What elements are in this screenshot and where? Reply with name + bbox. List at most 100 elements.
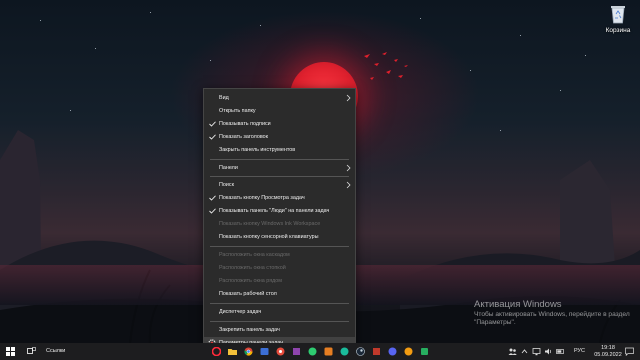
menu-item-view[interactable]: Вид — [204, 92, 355, 104]
menu-item-show-desktop[interactable]: Показать рабочий стол — [204, 288, 355, 300]
menu-item-label: Расположить окна стопкой — [219, 265, 286, 271]
star — [560, 90, 561, 91]
taskbar-app[interactable] — [322, 343, 336, 360]
menu-item-label: Показывать панель "Люди" на панели задач — [219, 208, 330, 214]
tray-network[interactable] — [532, 343, 542, 360]
taskbar-app[interactable] — [386, 343, 400, 360]
menu-item-label: Открыть папку — [219, 108, 256, 114]
taskbar-app[interactable] — [338, 343, 352, 360]
recycle-bin[interactable]: Корзина — [600, 3, 636, 39]
menu-item-open-folder[interactable]: Открыть папку — [204, 105, 355, 117]
taskbar-app[interactable] — [354, 343, 368, 360]
menu-item-close-toolbar[interactable]: Закрыть панель инструментов — [204, 144, 355, 156]
clock[interactable]: 19:18 05.09.2022 — [594, 345, 622, 359]
app-icon — [324, 347, 333, 356]
network-icon — [532, 348, 541, 356]
menu-item-label: Расположить окна каскадом — [219, 252, 290, 258]
tray-battery[interactable] — [556, 343, 566, 360]
taskbar-app[interactable] — [242, 343, 256, 360]
checkmark-icon — [209, 208, 216, 214]
game-icon — [260, 348, 269, 355]
taskbar-app[interactable] — [370, 343, 384, 360]
menu-item-side-by-side: Расположить окна рядом — [204, 275, 355, 287]
app-icon — [276, 347, 285, 356]
taskbar-app[interactable] — [290, 343, 304, 360]
menu-item-label: Закрыть панель инструментов — [219, 147, 296, 153]
app-icon — [388, 347, 397, 356]
app-icon — [404, 347, 413, 356]
task-view-button[interactable] — [24, 343, 40, 360]
checkmark-icon — [209, 195, 216, 201]
clock-date: 05.09.2022 — [594, 352, 622, 358]
links-label: Ссылки — [46, 348, 66, 354]
menu-item-touch-keyboard[interactable]: Показать кнопку сенсорной клавиатуры — [204, 231, 355, 243]
star — [585, 55, 586, 56]
star — [210, 60, 211, 61]
tray-chevron[interactable] — [520, 343, 530, 360]
task-view-icon — [27, 347, 36, 354]
steam-icon — [356, 347, 365, 356]
menu-item-show-title[interactable]: Показать заголовок — [204, 131, 355, 143]
menu-item-label: Показать кнопку сенсорной клавиатуры — [219, 234, 319, 240]
watermark-title: Активация Windows — [474, 299, 562, 310]
star — [420, 18, 421, 19]
taskbar-app[interactable] — [274, 343, 288, 360]
birds-decoration — [364, 52, 408, 80]
menu-separator — [210, 321, 349, 322]
menu-item-label: Поиск — [219, 182, 234, 188]
opera-icon — [212, 347, 221, 356]
menu-item-label: Показать рабочий стол — [219, 291, 277, 297]
tray-volume[interactable] — [544, 343, 554, 360]
volume-icon — [545, 348, 551, 355]
taskbar-app[interactable] — [210, 343, 224, 360]
menu-item-lock-taskbar[interactable]: Закрепить панель задач — [204, 324, 355, 336]
windows-start-icon — [6, 347, 15, 356]
taskbar-app[interactable] — [306, 343, 320, 360]
menu-item-people-button[interactable]: Показывать панель "Люди" на панели задач — [204, 205, 355, 217]
taskbar-app[interactable] — [258, 343, 272, 360]
menu-item-label: Диспетчер задач — [219, 309, 262, 315]
menu-separator — [210, 159, 349, 160]
menu-item-stack: Расположить окна стопкой — [204, 262, 355, 274]
menu-item-label: Показать заголовок — [219, 134, 268, 140]
people-button[interactable] — [508, 343, 518, 360]
star — [520, 35, 521, 36]
folder-icon — [228, 349, 237, 355]
menu-item-toolbars[interactable]: Панели — [204, 162, 355, 174]
chrome-icon — [244, 347, 253, 356]
menu-item-label: Показывать подписи — [219, 121, 271, 127]
language-indicator[interactable]: РУС — [572, 343, 590, 360]
menu-item-search[interactable]: Поиск — [204, 179, 355, 191]
chevron-right-icon — [346, 181, 351, 189]
clock-time: 19:18 — [601, 345, 615, 351]
chevron-up-icon — [521, 349, 528, 354]
menu-separator — [210, 176, 349, 177]
notifications-button[interactable] — [624, 343, 636, 360]
watermark-line: Чтобы активировать Windows, перейдите в … — [474, 311, 630, 318]
taskbar-context-menu: Вид Открыть папку Показывать подписи Пок… — [203, 88, 356, 355]
menu-separator — [210, 246, 349, 247]
links-toolbar[interactable]: Ссылки — [46, 343, 76, 360]
taskbar-app[interactable] — [402, 343, 416, 360]
activation-watermark: Активация Windows Чтобы активировать Win… — [474, 299, 630, 327]
taskbar-app[interactable] — [226, 343, 240, 360]
chevron-right-icon — [346, 164, 351, 172]
app-icon — [293, 348, 300, 355]
start-button[interactable] — [0, 343, 22, 360]
checkmark-icon — [209, 121, 216, 127]
star — [470, 70, 471, 71]
menu-item-cascade: Расположить окна каскадом — [204, 249, 355, 261]
star — [150, 12, 151, 13]
menu-item-task-view-button[interactable]: Показать кнопку Просмотра задач — [204, 192, 355, 204]
watermark-line: "Параметры". — [474, 319, 516, 326]
menu-item-label: Закрепить панель задач — [219, 327, 280, 333]
menu-item-ink-workspace: Показать кнопку Windows Ink Workspace — [204, 218, 355, 230]
menu-item-task-manager[interactable]: Диспетчер задач — [204, 306, 355, 318]
checkmark-icon — [209, 134, 216, 140]
taskbar-app[interactable] — [418, 343, 432, 360]
menu-item-label: Показать кнопку Просмотра задач — [219, 195, 305, 201]
app-icon — [421, 348, 428, 355]
notification-icon — [625, 347, 634, 356]
language-label: РУС — [574, 348, 586, 354]
menu-item-show-labels[interactable]: Показывать подписи — [204, 118, 355, 130]
